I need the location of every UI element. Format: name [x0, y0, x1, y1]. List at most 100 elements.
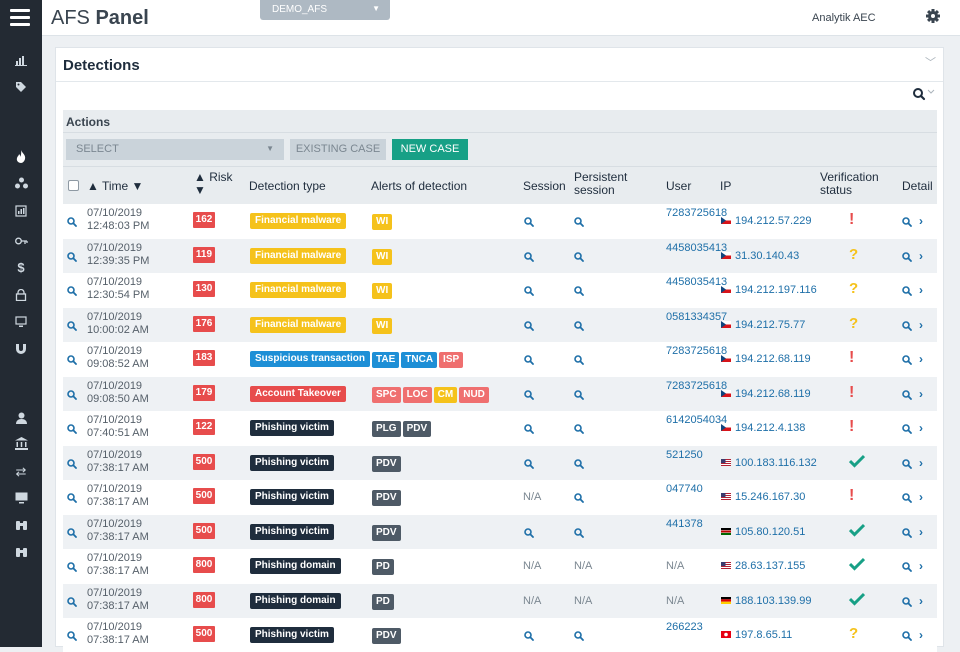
detail-chevron-icon[interactable]: ›: [919, 490, 923, 504]
detail-search-icon[interactable]: [902, 389, 912, 403]
detail-chevron-icon[interactable]: ›: [919, 456, 923, 470]
detail-chevron-icon[interactable]: ›: [919, 214, 923, 228]
session-search-icon[interactable]: [524, 389, 534, 403]
persistent-session-search-icon[interactable]: [574, 630, 584, 644]
persistent-session-search-icon[interactable]: [574, 492, 584, 506]
detail-search-icon[interactable]: [902, 251, 912, 265]
detail-chevron-icon[interactable]: ›: [919, 352, 923, 366]
ip-address[interactable]: 197.8.65.11: [721, 629, 792, 641]
detail-search-icon[interactable]: [902, 527, 912, 541]
alert-badge[interactable]: PDV: [372, 525, 401, 541]
detail-chevron-icon[interactable]: ›: [919, 387, 923, 401]
table-search-icon[interactable]: [912, 86, 936, 102]
detail-chevron-icon[interactable]: ›: [919, 525, 923, 539]
detail-search-icon[interactable]: [902, 354, 912, 368]
detection-type-badge[interactable]: Suspicious transaction: [250, 351, 370, 367]
user-link[interactable]: 6142054034: [666, 414, 722, 427]
new-case-button[interactable]: NEW CASE: [392, 139, 468, 160]
detail-search-icon[interactable]: [902, 320, 912, 334]
row-search-icon[interactable]: [67, 492, 77, 506]
user-link[interactable]: 4458035413: [666, 276, 722, 289]
alert-badge[interactable]: SPC: [372, 387, 401, 403]
desktop-icon[interactable]: [0, 492, 42, 508]
report-icon[interactable]: [0, 205, 42, 221]
alert-badge[interactable]: LOC: [403, 387, 432, 403]
alert-badge[interactable]: PDV: [372, 628, 401, 644]
tag-icon[interactable]: [0, 81, 42, 97]
detail-search-icon[interactable]: [902, 596, 912, 610]
table-row[interactable]: 07/10/2019 12:30:54 PM130Financial malwa…: [63, 273, 937, 307]
detail-chevron-icon[interactable]: ›: [919, 628, 923, 642]
detail-search-icon[interactable]: [902, 492, 912, 506]
ip-address[interactable]: 31.30.140.43: [721, 250, 799, 262]
session-search-icon[interactable]: [524, 251, 534, 265]
key-icon[interactable]: [0, 234, 42, 250]
alert-badge[interactable]: TAE: [372, 352, 399, 368]
detail-search-icon[interactable]: [902, 285, 912, 299]
row-search-icon[interactable]: [67, 251, 77, 265]
session-search-icon[interactable]: [524, 285, 534, 299]
detail-search-icon[interactable]: [902, 561, 912, 575]
profile-dropdown[interactable]: DEMO_AFS▼: [260, 0, 390, 20]
table-row[interactable]: 07/10/2019 07:38:17 AM500Phishing victim…: [63, 515, 937, 549]
persistent-session-search-icon[interactable]: [574, 527, 584, 541]
col-risk-header[interactable]: ▲ Risk▼: [194, 171, 233, 197]
detection-type-badge[interactable]: Financial malware: [250, 248, 346, 264]
alert-badge[interactable]: PD: [372, 559, 394, 575]
row-search-icon[interactable]: [67, 216, 77, 230]
row-search-icon[interactable]: [67, 561, 77, 575]
action-select[interactable]: SELECT▼: [66, 139, 284, 160]
persistent-session-search-icon[interactable]: [574, 389, 584, 403]
detection-type-badge[interactable]: Phishing victim: [250, 489, 334, 505]
detail-chevron-icon[interactable]: ›: [919, 283, 923, 297]
alert-badge[interactable]: WI: [372, 214, 392, 230]
table-row[interactable]: 07/10/2019 09:08:50 AM179Account Takeove…: [63, 377, 937, 411]
lock-icon[interactable]: [0, 289, 42, 305]
row-search-icon[interactable]: [67, 630, 77, 644]
detail-search-icon[interactable]: [902, 423, 912, 437]
table-row[interactable]: 07/10/2019 10:00:02 AM176Financial malwa…: [63, 308, 937, 342]
session-search-icon[interactable]: [524, 354, 534, 368]
table-row[interactable]: 07/10/2019 12:39:35 PM119Financial malwa…: [63, 239, 937, 273]
detection-type-badge[interactable]: Financial malware: [250, 317, 346, 333]
alert-badge[interactable]: TNCA: [401, 352, 437, 368]
detail-search-icon[interactable]: [902, 630, 912, 644]
detail-chevron-icon[interactable]: ›: [919, 249, 923, 263]
user-link[interactable]: 521250: [666, 449, 722, 462]
ip-address[interactable]: 194.212.68.119: [721, 353, 811, 365]
table-row[interactable]: 07/10/2019 07:38:17 AM800Phishing domain…: [63, 584, 937, 618]
detection-type-badge[interactable]: Financial malware: [250, 213, 346, 229]
user-link[interactable]: 7283725618: [666, 345, 722, 358]
persistent-session-search-icon[interactable]: [574, 320, 584, 334]
detail-chevron-icon[interactable]: ›: [919, 318, 923, 332]
persistent-session-search-icon[interactable]: [574, 216, 584, 230]
menu-icon[interactable]: [10, 9, 30, 26]
table-row[interactable]: 07/10/2019 12:48:03 PM162Financial malwa…: [63, 204, 937, 238]
detection-type-badge[interactable]: Phishing victim: [250, 524, 334, 540]
binoculars-icon[interactable]: [0, 519, 42, 535]
detection-type-badge[interactable]: Financial malware: [250, 282, 346, 298]
dollar-icon[interactable]: $: [0, 260, 42, 276]
session-search-icon[interactable]: [524, 458, 534, 472]
ip-address[interactable]: 194.212.57.229: [721, 215, 811, 227]
alert-badge[interactable]: CM: [434, 387, 458, 403]
col-time-header[interactable]: ▲ Time ▼: [87, 180, 143, 193]
row-search-icon[interactable]: [67, 458, 77, 472]
alert-badge[interactable]: WI: [372, 249, 392, 265]
persistent-session-search-icon[interactable]: [574, 251, 584, 265]
ip-address[interactable]: 28.63.137.155: [721, 560, 805, 572]
session-search-icon[interactable]: [524, 630, 534, 644]
fire-icon[interactable]: [0, 150, 42, 167]
alert-badge[interactable]: PDV: [372, 456, 401, 472]
detail-search-icon[interactable]: [902, 216, 912, 230]
binoculars-icon-2[interactable]: [0, 546, 42, 562]
alert-badge[interactable]: PDV: [372, 490, 401, 506]
detection-type-badge[interactable]: Phishing domain: [250, 593, 341, 609]
row-search-icon[interactable]: [67, 596, 77, 610]
alert-badge[interactable]: ISP: [439, 352, 463, 368]
detail-chevron-icon[interactable]: ›: [919, 559, 923, 573]
table-row[interactable]: 07/10/2019 07:38:17 AM500Phishing victim…: [63, 480, 937, 514]
user-name[interactable]: Analytik AEC: [812, 12, 876, 24]
ip-address[interactable]: 188.103.139.99: [721, 595, 811, 607]
row-search-icon[interactable]: [67, 285, 77, 299]
